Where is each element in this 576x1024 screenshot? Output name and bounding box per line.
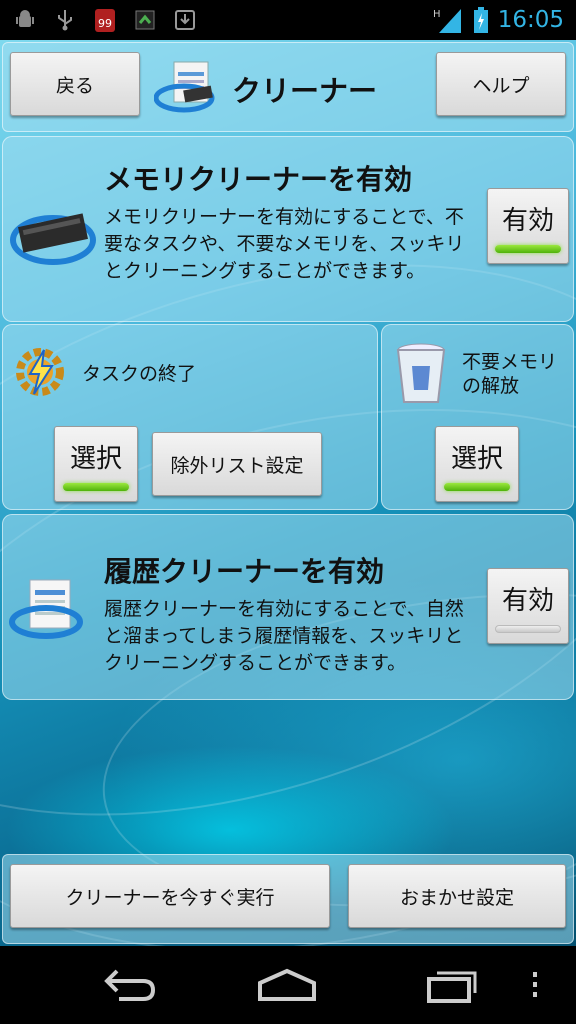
clock: 16:05: [497, 7, 564, 33]
home-nav-icon[interactable]: [252, 960, 322, 1010]
history-cleaner-off-indicator: [495, 624, 561, 633]
recent-apps-nav-icon[interactable]: [416, 960, 486, 1010]
memory-cleaner-description: メモリクリーナーを有効にすることで、不要なタスクや、不要なメモリを、スッキリとク…: [104, 206, 465, 282]
task-kill-select-button[interactable]: 選択: [54, 426, 138, 502]
task-kill-on-indicator: [63, 482, 129, 491]
history-cleaner-description: 履歴クリーナーを有効にすることで、自然と溜まってしまう履歴情報を、スッキリとクリ…: [104, 598, 464, 674]
free-memory-on-indicator: [444, 482, 510, 491]
back-button-label: 戻る: [55, 74, 94, 97]
task-kill-select-label: 選択: [69, 443, 122, 474]
status-bar: 99 H 16:05: [0, 0, 576, 40]
battery-99-icon: 99: [92, 7, 118, 33]
free-memory-select-label: 選択: [450, 443, 503, 474]
usb-icon: [52, 7, 78, 33]
cleaner-app-icon: [153, 58, 220, 118]
overflow-menu-icon[interactable]: [510, 960, 560, 1010]
exclude-list-label: 除外リスト設定: [170, 454, 304, 477]
free-memory-label: 不要メモリの解放: [462, 351, 558, 397]
back-nav-icon[interactable]: [94, 960, 164, 1010]
run-now-button[interactable]: クリーナーを今すぐ実行: [10, 864, 330, 928]
auto-settings-label: おまかせ設定: [399, 886, 514, 909]
memory-chip-icon: [8, 200, 98, 270]
navigation-bar: [0, 946, 576, 1024]
trash-bin-icon: [394, 342, 448, 406]
memory-cleaner-on-indicator: [495, 244, 561, 253]
help-button-label: ヘルプ: [472, 74, 530, 97]
android-debug-icon: [12, 7, 38, 33]
download-icon: [172, 7, 198, 33]
battery-charging-icon: [472, 7, 490, 33]
task-kill-label: タスクの終了: [82, 363, 197, 385]
cleaner-screen: 戻る クリーナー ヘルプ メモリクリーナーを有効 メモリクリーナーを有効にするこ…: [0, 40, 576, 946]
free-memory-select-button[interactable]: 選択: [435, 426, 519, 502]
history-cleaner-toggle[interactable]: 有効: [487, 568, 569, 644]
auto-settings-button[interactable]: おまかせ設定: [348, 864, 566, 928]
signal-icon: H: [432, 7, 464, 33]
sync-icon: [132, 7, 158, 33]
back-button[interactable]: 戻る: [10, 52, 140, 116]
page-title: クリーナー: [232, 74, 378, 108]
memory-cleaner-toggle-label: 有効: [501, 205, 554, 236]
help-button[interactable]: ヘルプ: [436, 52, 566, 116]
exclude-list-button[interactable]: 除外リスト設定: [152, 432, 322, 496]
battery-badge-text: 99: [98, 17, 112, 30]
history-cleaner-title: 履歴クリーナーを有効: [104, 555, 385, 588]
memory-cleaner-title: メモリクリーナーを有効: [104, 163, 413, 196]
history-document-icon: [8, 576, 88, 648]
history-cleaner-toggle-label: 有効: [501, 585, 554, 616]
memory-cleaner-toggle[interactable]: 有効: [487, 188, 569, 264]
network-label: H: [433, 9, 441, 20]
run-now-label: クリーナーを今すぐ実行: [65, 886, 275, 909]
lightning-gear-icon: [12, 342, 68, 400]
